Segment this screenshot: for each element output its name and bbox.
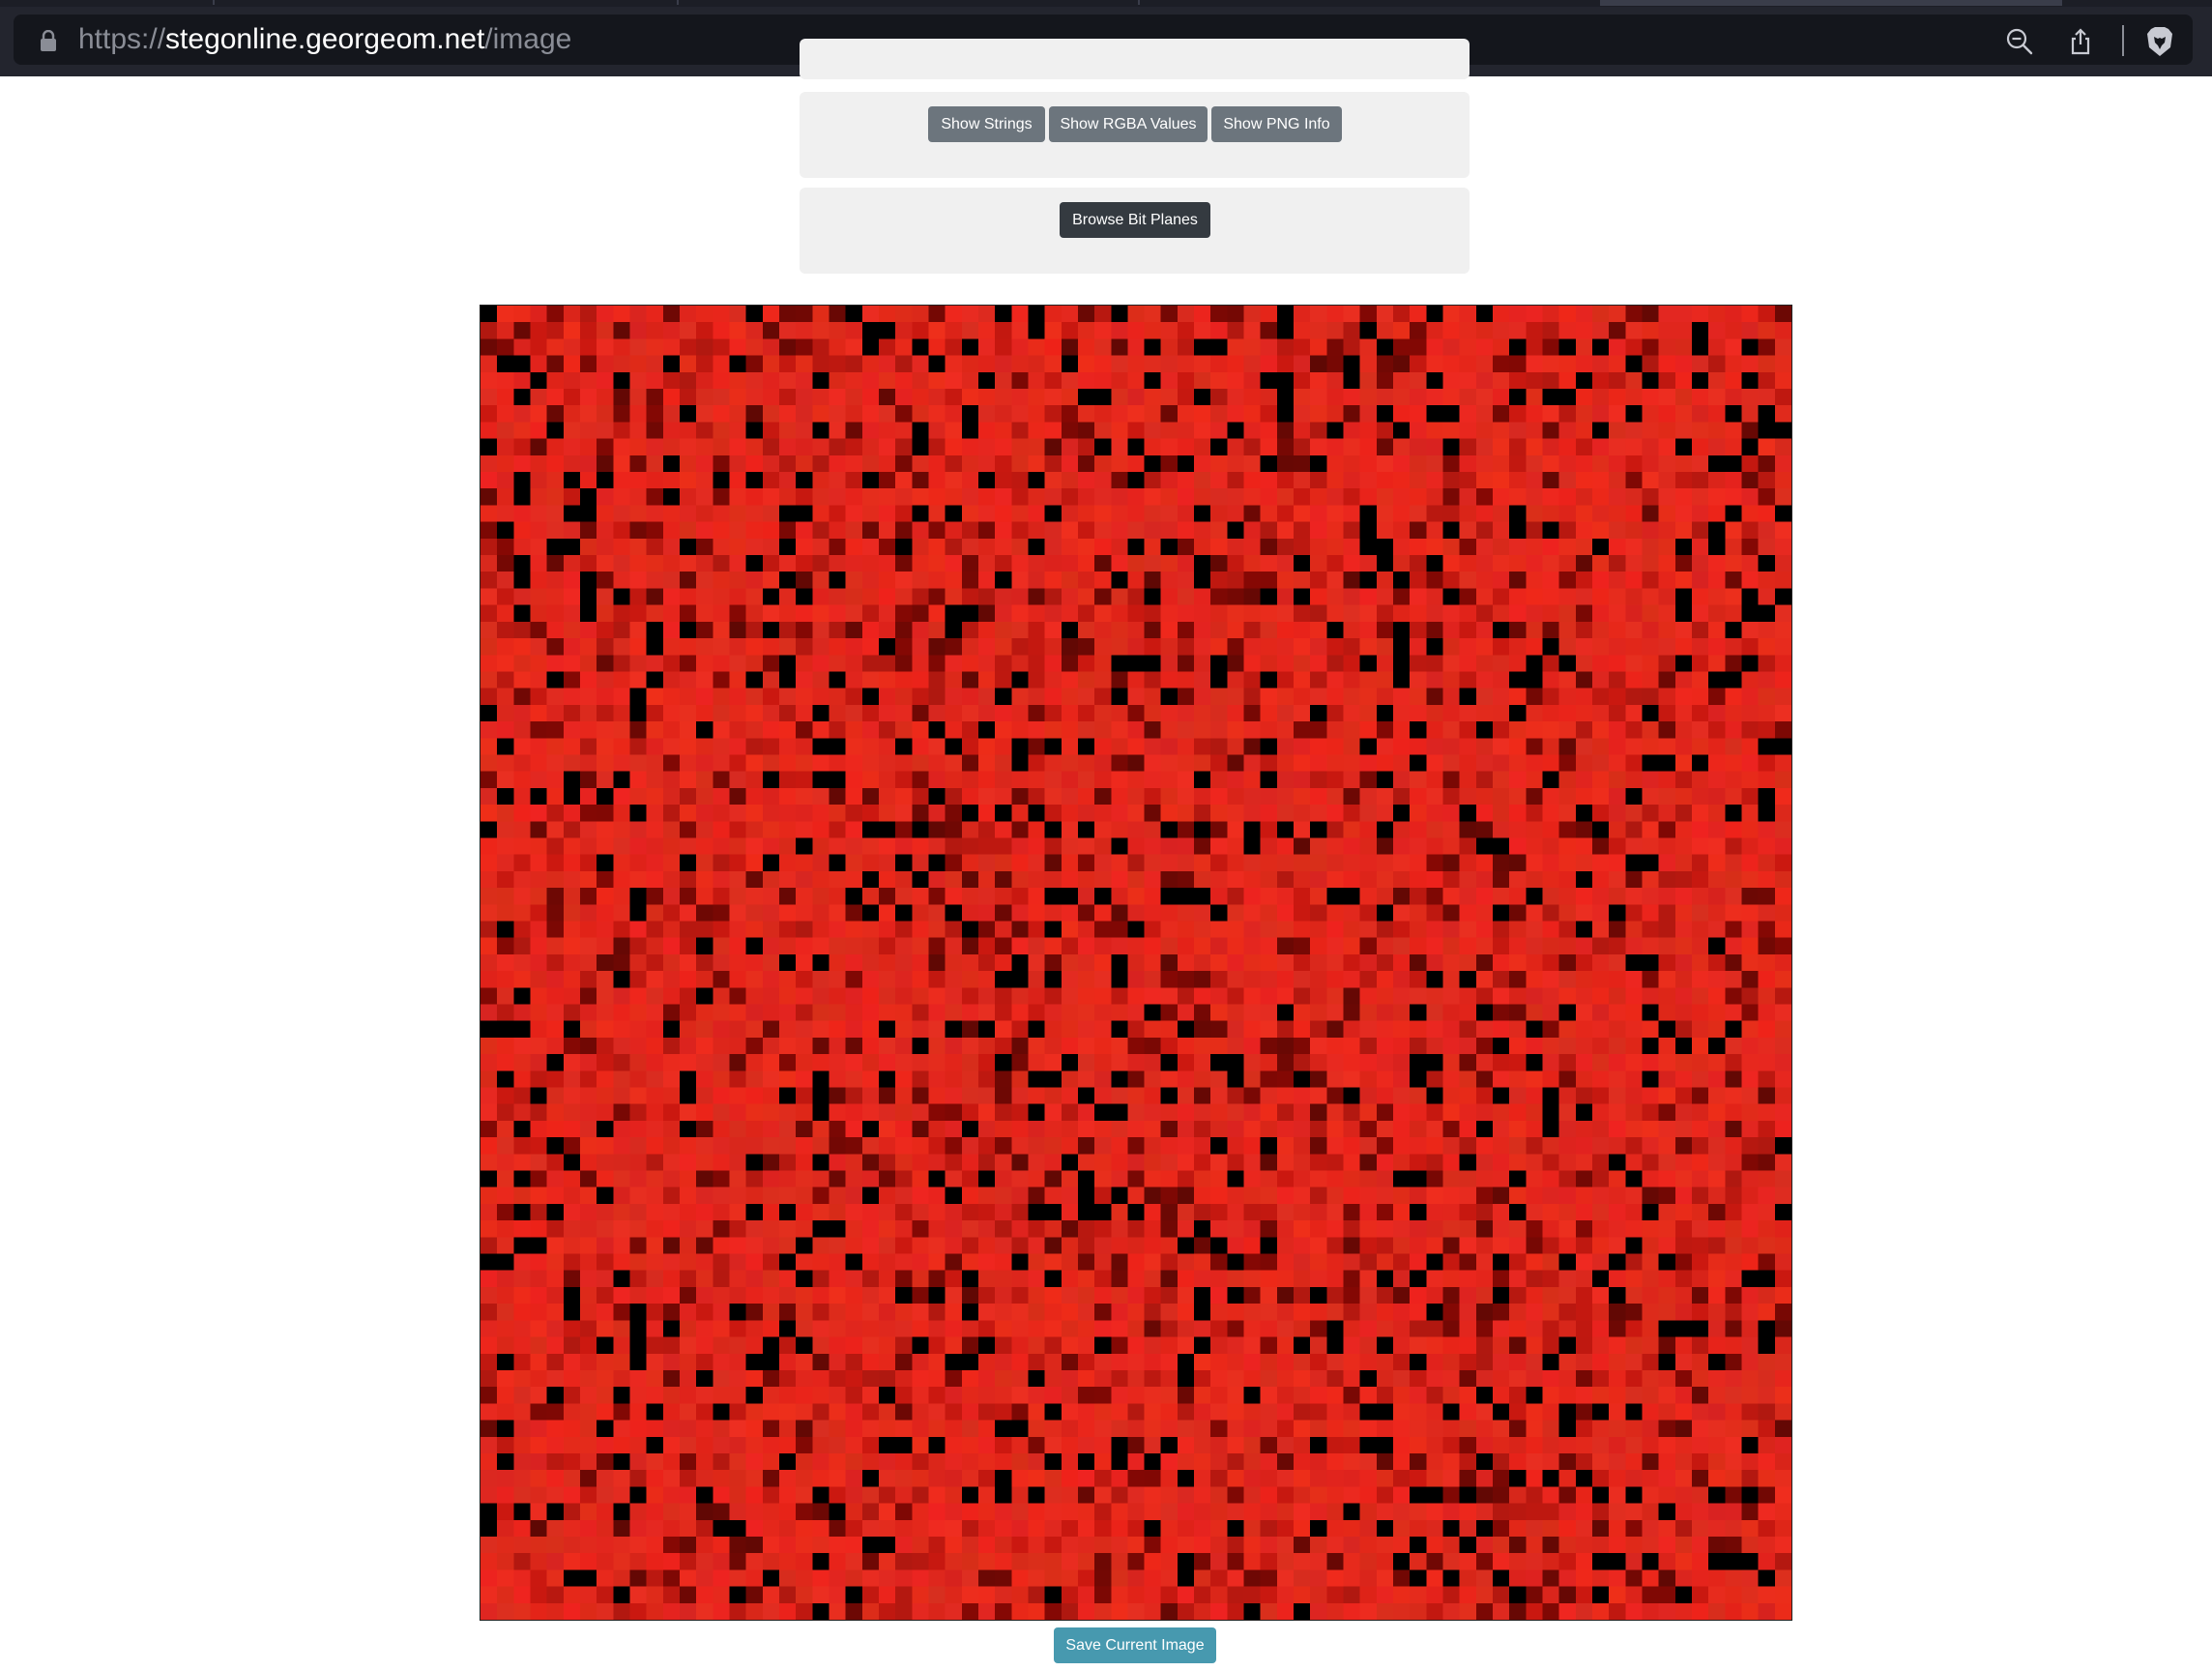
url-scheme: https:// [78, 23, 166, 55]
url-text[interactable]: https://stegonline.georgeom.net/image [78, 24, 571, 55]
bit-planes-panel: Browse Bit Planes [800, 188, 1470, 274]
url-path: /image [484, 23, 572, 55]
stego-image-canvas[interactable] [480, 306, 1791, 1620]
analysis-panel: Show Strings Show RGBA Values Show PNG I… [800, 92, 1470, 178]
show-png-info-button[interactable]: Show PNG Info [1211, 106, 1342, 142]
share-icon[interactable] [2067, 28, 2094, 55]
lock-icon [41, 30, 56, 51]
show-strings-button[interactable]: Show Strings [928, 106, 1045, 142]
tab-separator [1138, 0, 1140, 5]
tab-separator [213, 0, 215, 5]
zoom-out-icon[interactable] [2006, 28, 2033, 55]
panel-top-edge [800, 39, 1470, 79]
brave-lion-icon[interactable] [2145, 26, 2174, 57]
show-rgba-values-button[interactable]: Show RGBA Values [1049, 106, 1208, 142]
toolbar-divider [2122, 25, 2124, 56]
tab-strip [0, 0, 2212, 7]
tab-active[interactable] [1600, 0, 2062, 6]
save-current-image-button[interactable]: Save Current Image [1054, 1627, 1216, 1663]
tab-separator [677, 0, 679, 5]
image-canvas-container [480, 305, 1792, 1621]
browse-bit-planes-button[interactable]: Browse Bit Planes [1060, 202, 1210, 238]
url-host: stegonline.georgeom.net [165, 23, 485, 55]
